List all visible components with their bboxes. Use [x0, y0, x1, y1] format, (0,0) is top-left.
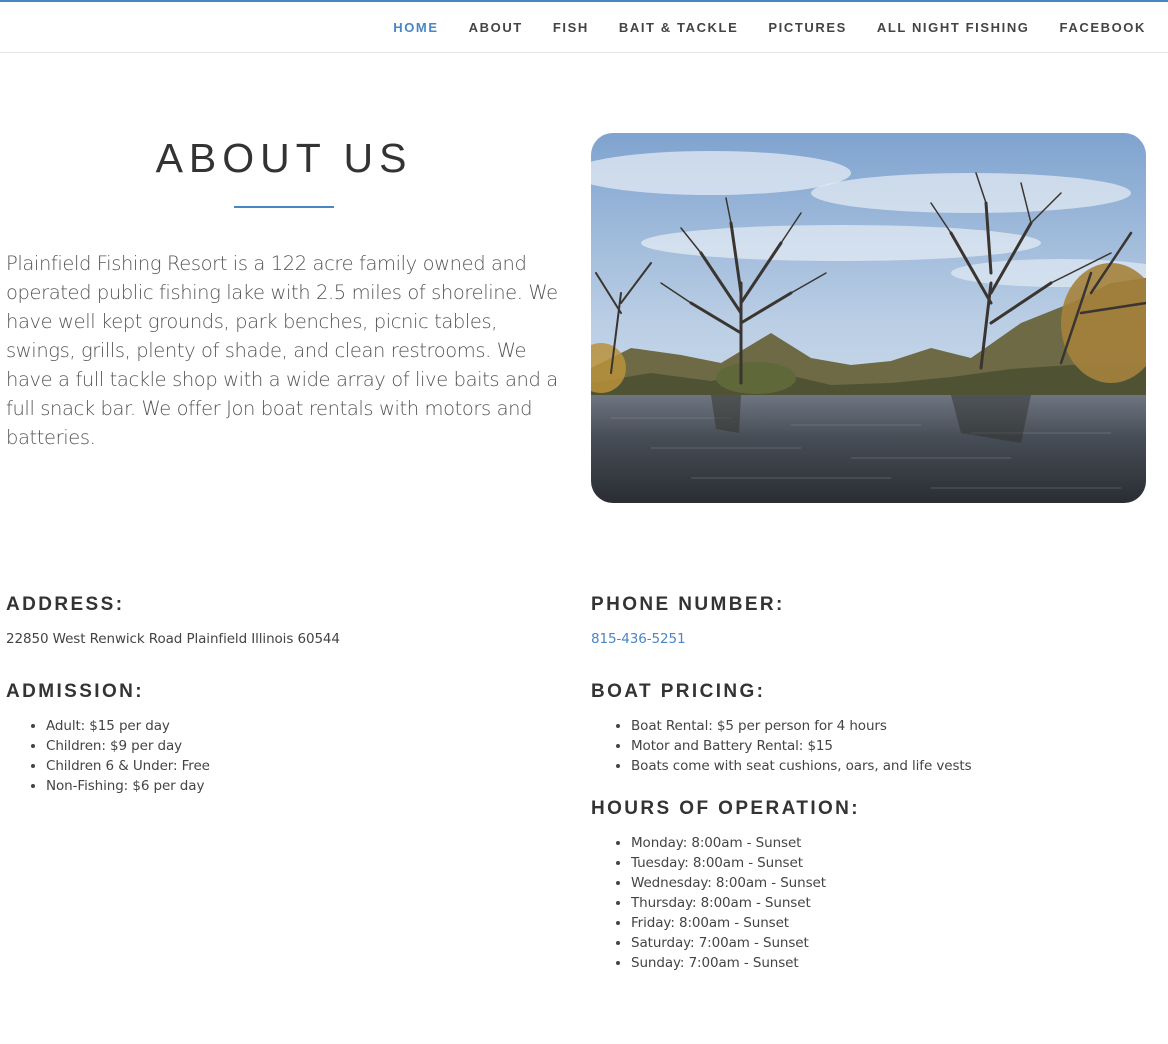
nav-about-link[interactable]: ABOUT: [469, 20, 523, 35]
address-value: 22850 West Renwick Road Plainfield Illin…: [6, 631, 340, 647]
list-item: Saturday: 7:00am - Sunset: [631, 933, 826, 953]
address-heading: ADDRESS:: [6, 594, 125, 615]
title-divider: [234, 206, 334, 208]
top-navigation-bar: HOME ABOUT FISH BAIT & TACKLE PICTURES A…: [0, 0, 1168, 53]
boat-pricing-list: Boat Rental: $5 per person for 4 hours M…: [591, 716, 972, 776]
phone-number-link[interactable]: 815-436-5251: [591, 631, 686, 647]
nav-all-night-fishing-link[interactable]: ALL NIGHT FISHING: [877, 20, 1030, 35]
nav-facebook-link[interactable]: FACEBOOK: [1060, 20, 1146, 35]
nav-bait-tackle-link[interactable]: BAIT & TACKLE: [619, 20, 739, 35]
list-item: Thursday: 8:00am - Sunset: [631, 893, 826, 913]
list-item: Tuesday: 8:00am - Sunset: [631, 853, 826, 873]
list-item: Sunday: 7:00am - Sunset: [631, 953, 826, 973]
list-item: Boats come with seat cushions, oars, and…: [631, 756, 972, 776]
list-item: Motor and Battery Rental: $15: [631, 736, 972, 756]
about-us-title: ABOUT US: [155, 135, 413, 181]
nav-pictures-link[interactable]: PICTURES: [768, 20, 847, 35]
nav-fish-link[interactable]: FISH: [553, 20, 589, 35]
list-item: Adult: $15 per day: [46, 716, 210, 736]
list-item: Boat Rental: $5 per person for 4 hours: [631, 716, 972, 736]
list-item: Friday: 8:00am - Sunset: [631, 913, 826, 933]
hours-list: Monday: 8:00am - Sunset Tuesday: 8:00am …: [591, 833, 826, 973]
lake-photo: [591, 133, 1146, 503]
admission-list: Adult: $15 per day Children: $9 per day …: [6, 716, 210, 796]
phone-heading: PHONE NUMBER:: [591, 594, 785, 615]
list-item: Children: $9 per day: [46, 736, 210, 756]
about-description: Plainfield Fishing Resort is a 122 acre …: [6, 252, 558, 449]
main-nav: HOME ABOUT FISH BAIT & TACKLE PICTURES A…: [363, 2, 1146, 53]
list-item: Monday: 8:00am - Sunset: [631, 833, 826, 853]
boat-pricing-heading: BOAT PRICING:: [591, 681, 766, 702]
nav-home-link[interactable]: HOME: [393, 20, 438, 35]
hours-heading: HOURS OF OPERATION:: [591, 798, 861, 819]
admission-heading: ADMISSION:: [6, 681, 144, 702]
list-item: Children 6 & Under: Free: [46, 756, 210, 776]
list-item: Non-Fishing: $6 per day: [46, 776, 210, 796]
list-item: Wednesday: 8:00am - Sunset: [631, 873, 826, 893]
